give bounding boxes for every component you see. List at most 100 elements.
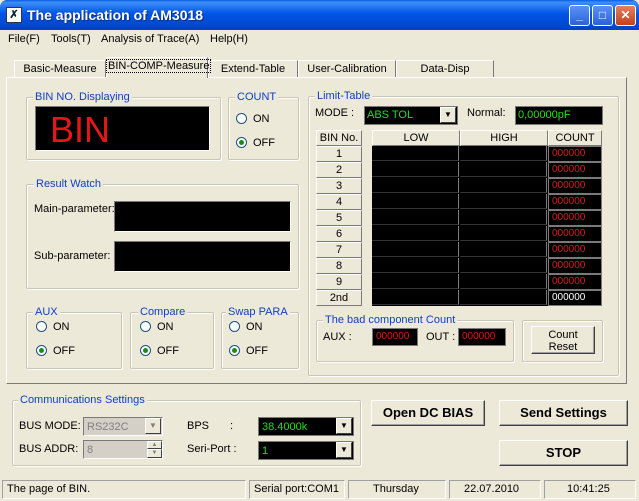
comm-label: Communications Settings (18, 394, 147, 406)
count-cell: 000000 (548, 194, 602, 210)
bps-value: 38.4000k (262, 421, 308, 433)
low-limit-cell[interactable] (372, 274, 459, 289)
tab-data-disp[interactable]: Data-Disp (396, 60, 494, 78)
count-cell: 000000 (548, 274, 602, 290)
mode-label: MODE : (315, 107, 355, 119)
swap-off-label: OFF (246, 345, 268, 357)
status-serial-port: Serial port:COM1 (249, 480, 345, 499)
menu-tools[interactable]: Tools(T) (51, 33, 91, 45)
high-limit-cell[interactable] (460, 162, 547, 177)
status-date: 22.07.2010 (449, 480, 541, 499)
high-limit-cell[interactable] (460, 290, 547, 305)
low-limit-cell[interactable] (372, 194, 459, 209)
count-cell: 000000 (548, 210, 602, 226)
row-header-bin: 3 (316, 178, 362, 194)
bus-addr-down-icon[interactable]: ▼ (147, 449, 162, 458)
low-limit-cell[interactable] (372, 258, 459, 273)
low-limit-cell[interactable] (372, 178, 459, 193)
count-on-radio[interactable] (236, 113, 247, 124)
seri-port-value: 1 (262, 445, 269, 457)
compare-off-radio[interactable] (140, 345, 151, 356)
compare-label: Compare (138, 306, 188, 318)
count-reset-button[interactable]: Count Reset (531, 326, 595, 354)
app-icon[interactable]: ✗ (6, 7, 22, 23)
bad-count-label: The bad component Count (323, 314, 458, 326)
mode-dropdown-arrow-icon[interactable]: ▼ (440, 107, 456, 123)
count-cell: 000000 (548, 290, 602, 306)
normal-value: 0,00000pF (518, 109, 571, 121)
low-limit-cell[interactable] (372, 242, 459, 257)
aux-off-label: OFF (53, 345, 75, 357)
count-off-radio[interactable] (236, 137, 247, 148)
status-time: 10:41:25 (544, 480, 636, 499)
minimize-button[interactable]: _ (569, 5, 590, 26)
stop-button[interactable]: STOP (499, 440, 628, 466)
low-limit-cell[interactable] (372, 162, 459, 177)
bin-value: BIN (50, 109, 111, 150)
row-header-bin: 5 (316, 210, 362, 226)
limit-table-label: Limit-Table (315, 90, 373, 102)
count-off-label: OFF (253, 137, 275, 149)
high-limit-cell[interactable] (460, 258, 547, 273)
result-watch-label: Result Watch (34, 178, 104, 190)
high-limit-cell[interactable] (460, 194, 547, 209)
bad-aux-label: AUX : (323, 331, 352, 343)
seri-port-dropdown-arrow-icon[interactable]: ▼ (336, 442, 352, 458)
sub-parameter-display (114, 241, 291, 272)
send-settings-button[interactable]: Send Settings (499, 400, 628, 426)
aux-on-label: ON (53, 321, 70, 333)
header-bin-no: BIN No. (316, 130, 362, 146)
compare-on-radio[interactable] (140, 321, 151, 332)
low-limit-cell[interactable] (372, 210, 459, 225)
menu-help[interactable]: Help(H) (210, 33, 248, 45)
count-on-label: ON (253, 113, 270, 125)
tab-basic-measure[interactable]: Basic-Measure (14, 60, 106, 78)
bps-dropdown-arrow-icon[interactable]: ▼ (336, 418, 352, 434)
header-count: COUNT (548, 130, 602, 146)
mode-value: ABS TOL (367, 109, 414, 121)
bus-mode-value: RS232C (87, 421, 129, 433)
status-message: The page of BIN. (2, 480, 246, 499)
row-header-bin: 2 (316, 162, 362, 178)
low-limit-cell[interactable] (372, 290, 459, 305)
high-limit-cell[interactable] (460, 146, 547, 161)
swap-off-radio[interactable] (229, 345, 240, 356)
aux-on-radio[interactable] (36, 321, 47, 332)
menu-analysis[interactable]: Analysis of Trace(A) (101, 33, 199, 45)
open-dc-bias-button[interactable]: Open DC BIAS (371, 400, 485, 426)
high-limit-cell[interactable] (460, 274, 547, 289)
high-limit-cell[interactable] (460, 242, 547, 257)
bad-out-value: 000000 (458, 328, 506, 346)
bad-out-label: OUT : (426, 331, 456, 343)
sub-parameter-label: Sub-parameter: (34, 250, 111, 262)
swap-on-radio[interactable] (229, 321, 240, 332)
bus-mode-arrow-icon[interactable]: ▼ (145, 418, 161, 434)
count-label: COUNT (235, 91, 279, 103)
maximize-button[interactable]: □ (592, 5, 613, 26)
high-limit-cell[interactable] (460, 210, 547, 225)
row-header-bin: 1 (316, 146, 362, 162)
header-low: LOW (372, 130, 460, 146)
tab-extend-table[interactable]: Extend-Table (208, 60, 298, 78)
low-limit-cell[interactable] (372, 226, 459, 241)
swap-para-label: Swap PARA (226, 306, 290, 318)
menu-file[interactable]: File(F) (8, 33, 40, 45)
high-limit-cell[interactable] (460, 226, 547, 241)
count-cell: 000000 (548, 146, 602, 162)
low-limit-cell[interactable] (372, 146, 459, 161)
count-group (228, 97, 299, 160)
bus-addr-label: BUS ADDR: (19, 443, 79, 455)
tab-user-calibration[interactable]: User-Calibration (298, 60, 396, 78)
count-cell: 000000 (548, 226, 602, 242)
count-cell: 000000 (548, 258, 602, 274)
close-button[interactable]: ✕ (615, 5, 636, 26)
high-limit-cell[interactable] (460, 178, 547, 193)
bus-mode-label: BUS MODE: (19, 420, 81, 432)
tab-bin-comp-measure[interactable]: BIN-COMP-Measure (105, 57, 212, 78)
aux-off-radio[interactable] (36, 345, 47, 356)
row-header-bin: 6 (316, 226, 362, 242)
bus-addr-up-icon[interactable]: ▲ (147, 441, 162, 449)
main-parameter-display (114, 201, 291, 232)
bus-addr-value: 8 (87, 444, 94, 456)
bps-colon: : (230, 420, 234, 432)
